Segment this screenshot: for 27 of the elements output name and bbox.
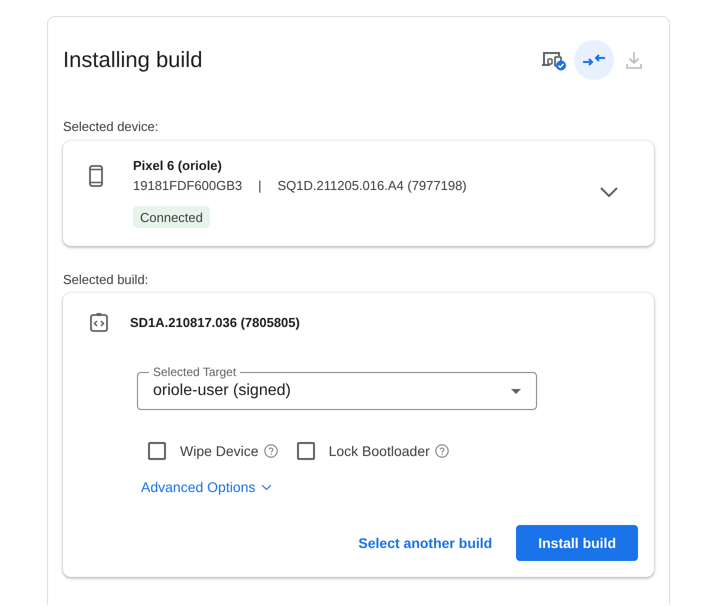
checkbox-label: Wipe Device (180, 443, 259, 459)
help-icon[interactable] (434, 444, 449, 458)
primary-button[interactable]: Install build (516, 525, 638, 561)
dropdown-caret-icon (511, 388, 521, 394)
device-check-icon (541, 49, 567, 71)
checkbox[interactable] (148, 442, 166, 460)
device-name: Pixel 6 (oriole) (133, 157, 222, 175)
device-build: SQ1D.211205.016.A4 (7977198) (278, 177, 467, 195)
build-id: SD1A.210817.036 (7805805) (130, 314, 300, 330)
status-chip: Connected (133, 206, 210, 228)
panel-title: Installing build (63, 46, 202, 74)
chevron-down-icon (599, 186, 619, 198)
phone-icon (89, 165, 103, 187)
target-dropdown[interactable]: Selected Target oriole-user (signed) (137, 365, 537, 410)
download-icon (626, 51, 642, 69)
section-label: Selected build: (63, 272, 150, 288)
advanced-options-link[interactable]: Advanced Options (141, 477, 272, 497)
checkbox-label: Lock Bootloader (328, 443, 430, 459)
checkbox[interactable] (296, 442, 315, 460)
clipboard-code-icon (90, 312, 108, 332)
device-serial: 19181FDF600GB3 (133, 177, 242, 195)
toolbar-button[interactable] (574, 40, 614, 80)
arrows-inward-icon (583, 54, 605, 66)
section-label: Selected device: (63, 119, 160, 135)
separator: | (258, 177, 262, 195)
help-icon[interactable] (264, 444, 278, 458)
text-button[interactable]: Select another build (350, 525, 500, 561)
